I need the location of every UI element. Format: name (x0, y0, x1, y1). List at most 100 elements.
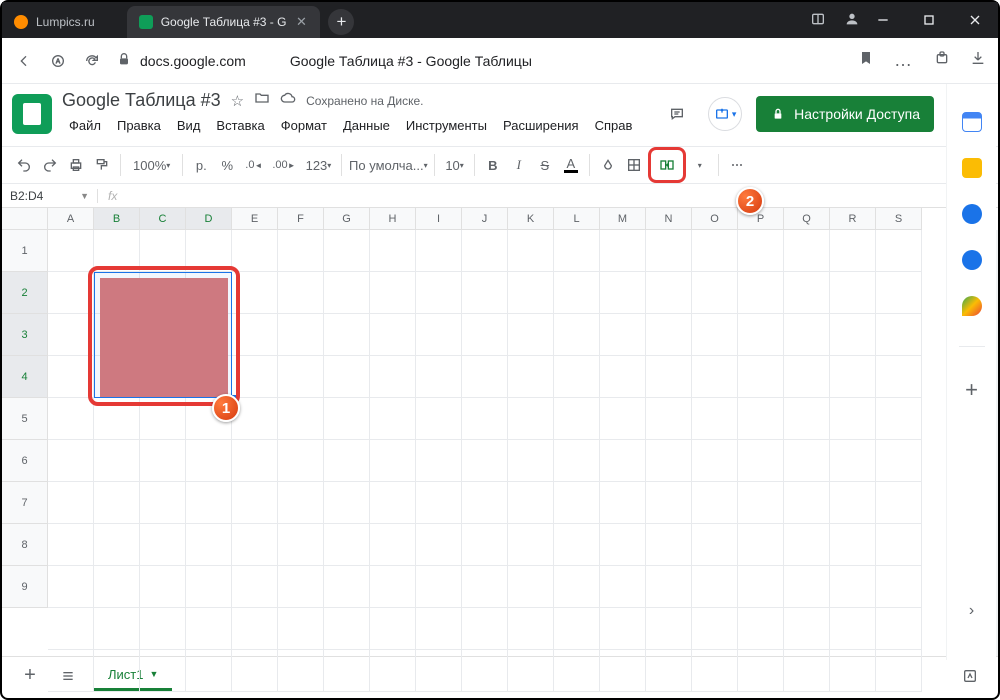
col-header[interactable]: H (370, 208, 416, 230)
decrease-decimal-button[interactable]: .0◄ (241, 152, 266, 178)
toolbar-more-button[interactable] (725, 152, 749, 178)
menu-insert[interactable]: Вставка (209, 115, 271, 136)
font-size-select[interactable]: 10 ▾ (441, 152, 467, 178)
present-button[interactable]: ▾ (708, 97, 742, 131)
hide-panel-button[interactable]: › (969, 602, 974, 620)
sheets-logo-icon[interactable] (12, 94, 52, 134)
col-header[interactable]: L (554, 208, 600, 230)
share-button[interactable]: Настройки Доступа (756, 96, 934, 132)
menu-tools[interactable]: Инструменты (399, 115, 494, 136)
reader-icon[interactable] (810, 11, 826, 30)
browser-urlbar: docs.google.com Google Таблица #3 - Goog… (2, 38, 998, 84)
borders-button[interactable] (622, 152, 646, 178)
downloads-icon[interactable] (970, 50, 986, 71)
yandex-icon[interactable] (48, 51, 68, 71)
menu-view[interactable]: Вид (170, 115, 208, 136)
doc-name[interactable]: Google Таблица #3 (62, 90, 221, 111)
annotation-marker-2: 2 (736, 187, 764, 215)
col-header[interactable]: C (140, 208, 186, 230)
tasks-icon[interactable] (962, 204, 982, 224)
new-tab-button[interactable]: + (328, 9, 354, 35)
bold-button[interactable]: B (481, 152, 505, 178)
more-icon[interactable]: … (894, 50, 914, 71)
increase-decimal-button[interactable]: .00► (268, 152, 299, 178)
extensions-icon[interactable] (934, 50, 950, 71)
calendar-icon[interactable] (962, 112, 982, 132)
strikethrough-button[interactable]: S (533, 152, 557, 178)
col-header[interactable]: G (324, 208, 370, 230)
maps-icon[interactable] (962, 296, 982, 316)
col-header[interactable]: B (94, 208, 140, 230)
add-sheet-button[interactable]: + (18, 664, 42, 688)
menu-edit[interactable]: Правка (110, 115, 168, 136)
window-close-button[interactable] (952, 2, 998, 38)
col-header[interactable]: A (48, 208, 94, 230)
move-icon[interactable] (254, 90, 270, 111)
zoom-select[interactable]: 100% ▾ (127, 152, 176, 178)
col-header[interactable]: F (278, 208, 324, 230)
merge-cells-button[interactable] (655, 152, 679, 178)
keep-icon[interactable] (962, 158, 982, 178)
contacts-icon[interactable] (962, 250, 982, 270)
col-header[interactable]: E (232, 208, 278, 230)
font-select[interactable]: По умолча... ▾ (348, 152, 428, 178)
spreadsheet-grid[interactable]: A B C D E F G H I J K L M N O P Q R S 1 … (2, 208, 998, 656)
star-icon[interactable]: ☆ (231, 92, 244, 110)
row-header[interactable]: 8 (2, 524, 48, 566)
favicon-icon (14, 15, 28, 29)
row-header[interactable]: 5 (2, 398, 48, 440)
col-header[interactable]: N (646, 208, 692, 230)
cloud-saved-icon[interactable] (280, 90, 296, 111)
col-header[interactable]: J (462, 208, 508, 230)
person-icon[interactable] (844, 11, 860, 30)
menu-file[interactable]: Файл (62, 115, 108, 136)
merge-dropdown[interactable]: ▾ (688, 152, 712, 178)
menu-data[interactable]: Данные (336, 115, 397, 136)
print-button[interactable] (64, 152, 88, 178)
col-header[interactable]: S (876, 208, 922, 230)
doc-header: Google Таблица #3 ☆ Сохранено на Диске. … (2, 84, 998, 146)
browser-tab-sheets[interactable]: Google Таблица #3 - G ✕ (127, 6, 321, 38)
row-header[interactable]: 6 (2, 440, 48, 482)
reload-button[interactable] (82, 51, 102, 71)
col-header[interactable]: D (186, 208, 232, 230)
add-addon-button[interactable]: + (965, 377, 978, 403)
more-formats-button[interactable]: 123▾ (302, 152, 336, 178)
text-color-button[interactable]: A (559, 152, 583, 178)
col-header[interactable]: O (692, 208, 738, 230)
close-icon[interactable]: ✕ (294, 15, 308, 29)
row-header[interactable]: 1 (2, 230, 48, 272)
col-header[interactable]: Q (784, 208, 830, 230)
col-header[interactable]: M (600, 208, 646, 230)
side-panel: + › (946, 84, 996, 660)
window-maximize-button[interactable] (906, 2, 952, 38)
fill-color-button[interactable] (596, 152, 620, 178)
italic-button[interactable]: I (507, 152, 531, 178)
divider (959, 346, 985, 347)
bookmark-icon[interactable] (858, 50, 874, 71)
menu-format[interactable]: Формат (274, 115, 334, 136)
browser-tab-lumpics[interactable]: Lumpics.ru (2, 6, 107, 38)
redo-button[interactable] (38, 152, 62, 178)
menu-extensions[interactable]: Расширения (496, 115, 586, 136)
col-header[interactable]: K (508, 208, 554, 230)
row-header[interactable]: 3 (2, 314, 48, 356)
address-bar[interactable]: docs.google.com (116, 51, 246, 70)
row-header[interactable]: 9 (2, 566, 48, 608)
undo-button[interactable] (12, 152, 36, 178)
select-all-corner[interactable] (2, 208, 48, 230)
percent-button[interactable]: % (215, 152, 239, 178)
paint-format-button[interactable] (90, 152, 114, 178)
explore-button[interactable] (958, 664, 982, 688)
row-header[interactable]: 2 (2, 272, 48, 314)
row-header[interactable]: 4 (2, 356, 48, 398)
window-minimize-button[interactable] (860, 2, 906, 38)
row-header[interactable]: 7 (2, 482, 48, 524)
col-header[interactable]: I (416, 208, 462, 230)
comments-button[interactable] (660, 97, 694, 131)
currency-button[interactable]: р. (189, 152, 213, 178)
name-box[interactable]: B2:D4 ▼ (2, 189, 98, 203)
col-header[interactable]: R (830, 208, 876, 230)
menu-help[interactable]: Справ (588, 115, 640, 136)
back-button[interactable] (14, 51, 34, 71)
